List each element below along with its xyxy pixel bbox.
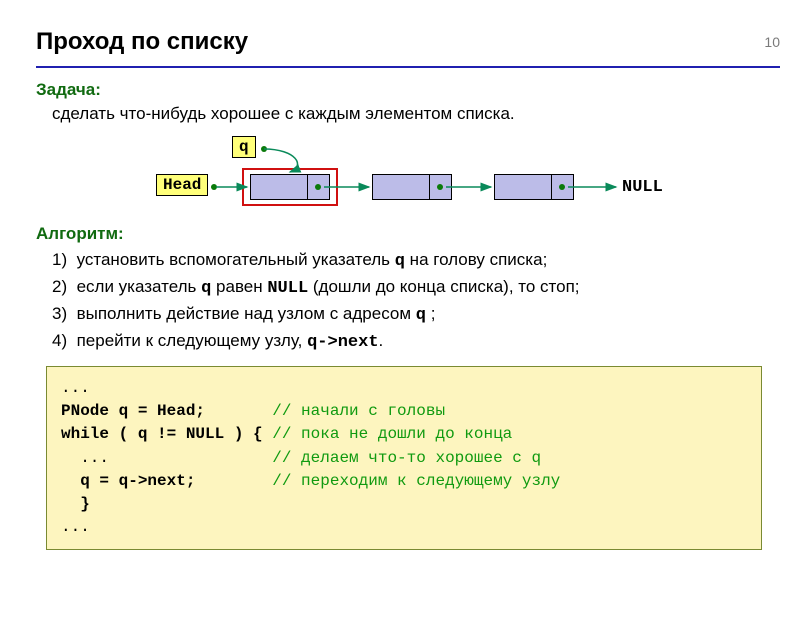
head-pointer-label: Head xyxy=(156,174,208,196)
algorithm-list: 1) установить вспомогательный указатель … xyxy=(52,250,772,352)
code-block: ... PNode q = Head; // начали с головы w… xyxy=(46,366,762,550)
list-item: 4) перейти к следующему узлу, q->next. xyxy=(52,331,772,352)
q-pointer-label: q xyxy=(232,136,256,158)
null-label: NULL xyxy=(622,178,663,197)
algorithm-label: Алгоритм: xyxy=(36,224,772,244)
task-label: Задача: xyxy=(36,80,772,100)
page-title: Проход по списку xyxy=(36,28,800,56)
page-number: 10 xyxy=(764,34,780,50)
list-node xyxy=(372,174,452,200)
list-node xyxy=(494,174,574,200)
list-node xyxy=(250,174,330,200)
list-item: 2) если указатель q равен NULL (дошли до… xyxy=(52,277,772,298)
task-text: сделать что-нибудь хорошее с каждым элем… xyxy=(52,104,772,124)
list-item: 1) установить вспомогательный указатель … xyxy=(52,250,772,271)
linked-list-diagram: q Head NULL xyxy=(36,136,772,216)
list-item: 3) выполнить действие над узлом с адресо… xyxy=(52,304,772,325)
